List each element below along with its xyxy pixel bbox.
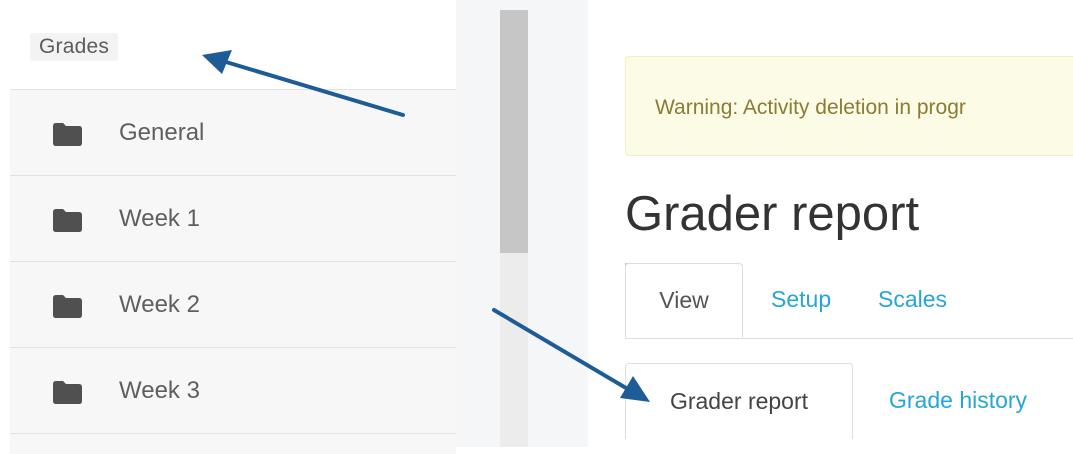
folder-icon	[53, 295, 82, 318]
sidebar-item-week-2[interactable]: Week 2	[10, 261, 456, 348]
tab-setup[interactable]: Setup	[771, 263, 831, 338]
sidebar-item-label: Week 3	[119, 377, 200, 404]
grades-link[interactable]: Grades	[30, 33, 119, 61]
folder-icon	[53, 123, 82, 146]
sidebar-item-week-3[interactable]: Week 3	[10, 347, 456, 434]
sidebar-item-label: Week 2	[119, 291, 200, 318]
subtab-grader-report[interactable]: Grader report	[625, 363, 853, 439]
sidebar-item-week-1[interactable]: Week 1	[10, 175, 456, 262]
warning-alert: Warning: Activity deletion in progr	[625, 56, 1073, 156]
course-index-sidebar: Grades General Week 1 Week 2 Week 3	[0, 0, 456, 454]
sidebar-scrollbar-thumb[interactable]	[500, 10, 528, 253]
folder-icon	[53, 381, 82, 404]
sidebar-item-next[interactable]	[10, 433, 456, 454]
folder-icon	[53, 209, 82, 232]
page-title: Grader report	[625, 187, 920, 241]
primary-tabs: View Setup Scales	[625, 263, 1073, 339]
sidebar-item-label: General	[119, 119, 205, 146]
tab-scales[interactable]: Scales	[878, 263, 947, 338]
sidebar-item-label: Week 1	[119, 205, 200, 232]
subtab-grade-history[interactable]: Grade history	[889, 363, 1027, 439]
tab-view[interactable]: View	[625, 263, 743, 338]
main-content: Warning: Activity deletion in progr Grad…	[588, 18, 1073, 447]
secondary-tabs: Grader report Grade history	[625, 363, 1073, 447]
sidebar-item-general[interactable]: General	[10, 89, 456, 176]
